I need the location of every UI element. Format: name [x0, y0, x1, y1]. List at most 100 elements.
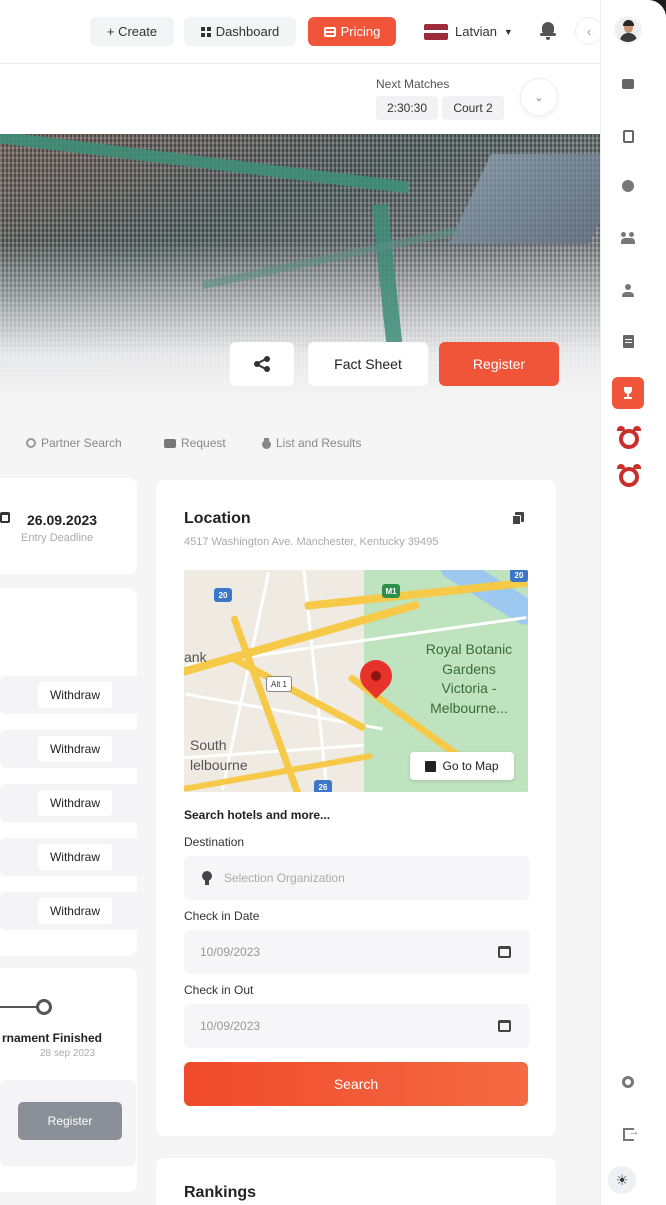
- location-map[interactable]: 20 M1 20 26 Alt 1 Royal Botanic Gardens …: [184, 570, 528, 792]
- language-label: Latvian: [455, 24, 497, 39]
- tab-label: Partner Search: [41, 436, 122, 450]
- calendar-icon: [0, 512, 10, 523]
- chat-icon: [164, 438, 176, 448]
- route-shield: 20: [510, 570, 528, 582]
- share-icon: [254, 356, 270, 372]
- document-icon: [622, 334, 634, 348]
- location-card: Location 4517 Washington Ave. Manchester…: [156, 480, 556, 1136]
- dashboard-icon: [200, 26, 211, 37]
- logout-icon: [622, 1126, 640, 1141]
- search-hotels-button[interactable]: Search: [184, 1062, 528, 1106]
- withdraw-button[interactable]: Withdraw: [38, 898, 112, 924]
- user-icon: [622, 283, 634, 297]
- pricing-button-label: Pricing: [340, 24, 381, 39]
- create-button[interactable]: + Create: [90, 17, 174, 46]
- tab-label: List and Results: [276, 436, 362, 450]
- check-in-date-input[interactable]: [184, 930, 530, 974]
- sidebar-item-settings[interactable]: [620, 1074, 636, 1090]
- sidebar-item-bookmarks[interactable]: [620, 128, 636, 144]
- chevron-down-icon: ⌄: [534, 91, 544, 104]
- entry-deadline-label: Entry Deadline: [21, 532, 94, 544]
- pricing-button[interactable]: Pricing: [308, 17, 396, 46]
- sidebar-item-documents[interactable]: [620, 333, 636, 349]
- route-shield: 20: [214, 588, 232, 602]
- avatar[interactable]: [614, 16, 642, 44]
- next-matches-toggle[interactable]: ⌄: [520, 78, 558, 116]
- tab-list-and-results[interactable]: List and Results: [262, 436, 361, 450]
- users-icon: [621, 232, 635, 244]
- calendar-icon[interactable]: [498, 1020, 511, 1032]
- route-shield: 26: [314, 780, 332, 792]
- sidebar-item-courts[interactable]: [620, 76, 636, 92]
- destination-input[interactable]: [184, 856, 530, 900]
- tournament-tabs: Partner Search Request List and Results: [0, 430, 600, 458]
- tournament-status-card: rnament Finished 28 sep 2023 Register: [0, 968, 137, 1192]
- register-disabled-button[interactable]: Register: [18, 1102, 122, 1140]
- page-header: [0, 64, 600, 134]
- gear-icon: [622, 1076, 634, 1088]
- route-shield-alt: Alt 1: [266, 676, 292, 692]
- bell-icon[interactable]: [540, 22, 556, 40]
- register-button[interactable]: Register: [439, 342, 559, 386]
- check-in-label: Check in Date: [184, 909, 260, 923]
- register-box: Register: [0, 1080, 136, 1166]
- alarm-clock-icon[interactable]: [617, 464, 641, 488]
- bookmark-icon: [622, 129, 634, 143]
- list-item: Withdraw: [0, 892, 144, 930]
- rankings-card: Rankings: [156, 1158, 556, 1205]
- share-button[interactable]: [230, 342, 294, 386]
- sidebar-item-logout[interactable]: [620, 1126, 640, 1142]
- collapse-sidebar-button[interactable]: ‹: [575, 17, 603, 45]
- sidebar-item-teams[interactable]: [620, 230, 636, 246]
- right-sidebar: ☀: [600, 0, 666, 1205]
- go-to-map-label: Go to Map: [442, 759, 499, 773]
- list-item: Withdraw: [0, 730, 144, 768]
- withdraw-button[interactable]: Withdraw: [38, 844, 112, 870]
- entry-deadline-date: 26.09.2023: [27, 512, 98, 528]
- court-icon: [622, 79, 634, 89]
- tab-request[interactable]: Request: [164, 436, 226, 450]
- calendar-icon[interactable]: [498, 946, 511, 958]
- dashboard-button[interactable]: Dashboard: [184, 17, 296, 46]
- map-suburb-label: South lelbourne: [190, 737, 248, 773]
- next-match-court: Court 2: [442, 96, 504, 120]
- hotels-search-title: Search hotels and more...: [184, 808, 331, 822]
- pricing-icon: [323, 26, 336, 37]
- sidebar-item-profile[interactable]: [620, 282, 636, 298]
- trophy-icon: [621, 386, 635, 400]
- map-area-label: ank: [184, 649, 207, 665]
- alarm-clock-icon[interactable]: [617, 426, 641, 450]
- create-button-label: + Create: [106, 24, 158, 39]
- chevron-left-icon: ‹: [586, 23, 592, 39]
- top-bar: + Create Dashboard Pricing Latvian ▼ ‹: [0, 0, 603, 64]
- language-selector[interactable]: Latvian ▼: [424, 17, 513, 46]
- location-pin-icon: [202, 871, 212, 885]
- next-matches-label: Next Matches: [376, 77, 450, 91]
- list-item: Withdraw: [0, 838, 144, 876]
- check-out-label: Check in Out: [184, 983, 254, 997]
- next-match-time: 2:30:30: [376, 96, 438, 120]
- check-out-date-input[interactable]: [184, 1004, 530, 1048]
- withdraw-button[interactable]: Withdraw: [38, 790, 112, 816]
- list-item: Withdraw: [0, 676, 144, 714]
- registered-players-card: Withdraw Withdraw Withdraw Withdraw With…: [0, 588, 144, 956]
- medal-icon: [262, 437, 271, 449]
- fact-sheet-button[interactable]: Fact Sheet: [308, 342, 428, 386]
- withdraw-button[interactable]: Withdraw: [38, 736, 112, 762]
- go-to-map-button[interactable]: Go to Map: [410, 752, 514, 780]
- withdraw-button[interactable]: Withdraw: [38, 682, 112, 708]
- copy-icon[interactable]: [512, 512, 524, 525]
- search-icon: [26, 438, 36, 448]
- entry-deadline-card: 26.09.2023 Entry Deadline: [0, 478, 137, 574]
- theme-toggle[interactable]: ☀: [608, 1166, 636, 1194]
- tab-partner-search[interactable]: Partner Search: [26, 436, 122, 450]
- tournament-status-title: rnament Finished: [2, 1031, 103, 1045]
- sidebar-item-tournaments[interactable]: [612, 377, 644, 409]
- sidebar-item-matches[interactable]: [620, 178, 636, 194]
- latvia-flag-icon: [424, 23, 448, 40]
- map-icon: [425, 760, 437, 772]
- location-address: 4517 Washington Ave. Manchester, Kentuck…: [184, 536, 439, 548]
- dashboard-button-label: Dashboard: [215, 24, 280, 39]
- app-window: + Create Dashboard Pricing Latvian ▼ ‹ N…: [0, 0, 666, 1205]
- map-park-label: Royal Botanic Gardens Victoria - Melbour…: [425, 641, 513, 716]
